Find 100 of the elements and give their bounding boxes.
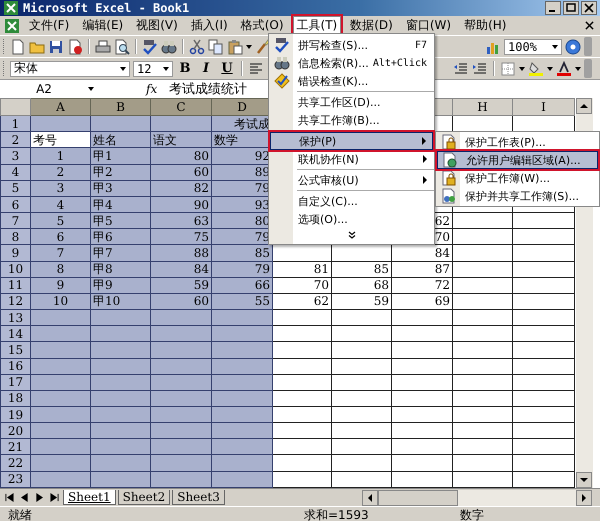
- scroll-right-icon[interactable]: [576, 490, 592, 506]
- column-header[interactable]: B: [90, 98, 150, 116]
- caret-icon[interactable]: [547, 66, 553, 70]
- row-header[interactable]: 11: [0, 277, 30, 294]
- row-header[interactable]: 17: [0, 374, 30, 390]
- menu-item[interactable]: 自定义(C)...: [270, 192, 433, 210]
- menu-item[interactable]: 视图(V): [132, 16, 182, 35]
- help-icon[interactable]: [565, 38, 581, 54]
- clipboard-icon[interactable]: [227, 38, 243, 54]
- column-header[interactable]: A: [30, 98, 90, 116]
- print-preview-icon[interactable]: [114, 38, 130, 54]
- row-header[interactable]: 10: [0, 261, 30, 278]
- scissors-icon[interactable]: [189, 38, 205, 54]
- expand-chevron-icon[interactable]: [348, 231, 356, 239]
- menu-item[interactable]: 联机协作(N): [270, 150, 433, 168]
- row-header[interactable]: 12: [0, 293, 30, 310]
- minimize-icon[interactable]: [545, 1, 561, 15]
- copy-icon[interactable]: [208, 38, 224, 54]
- caret-icon[interactable]: [246, 44, 252, 48]
- toolbar-grip[interactable]: [584, 37, 592, 56]
- row-header[interactable]: 15: [0, 342, 30, 358]
- caret-icon[interactable]: [552, 44, 558, 48]
- tab-scroll-icon[interactable]: [50, 493, 59, 502]
- zoom-dropdown[interactable]: 100%: [504, 38, 562, 54]
- italic-button[interactable]: I: [197, 60, 215, 78]
- row-header[interactable]: 13: [0, 310, 30, 326]
- close-icon[interactable]: [581, 1, 597, 15]
- font-size-dropdown[interactable]: 12: [133, 60, 173, 76]
- menu-item[interactable]: 文件(F): [25, 16, 74, 35]
- bold-button[interactable]: B: [176, 60, 194, 78]
- column-header[interactable]: I: [512, 98, 574, 116]
- row-header[interactable]: 5: [0, 180, 30, 196]
- caret-icon[interactable]: [575, 66, 581, 70]
- menu-item[interactable]: 保护工作簿(W)...: [437, 169, 598, 187]
- caret-icon[interactable]: [163, 66, 169, 70]
- caret-icon[interactable]: [120, 66, 126, 70]
- column-header[interactable]: H: [452, 98, 512, 116]
- font-dropdown[interactable]: 宋体: [10, 60, 130, 76]
- row-header[interactable]: 1: [0, 116, 30, 132]
- row-header[interactable]: 6: [0, 196, 30, 213]
- menu-item[interactable]: 保护并共享工作簿(S)...: [437, 187, 598, 205]
- menu-item[interactable]: 共享工作簿(B)...: [270, 111, 433, 129]
- menu-item[interactable]: 拼写检查(S)... F7: [270, 36, 433, 54]
- column-header[interactable]: C: [150, 98, 212, 116]
- horizontal-scrollbar[interactable]: [362, 490, 592, 506]
- menu-item[interactable]: 窗口(W): [402, 16, 456, 35]
- row-header[interactable]: 4: [0, 164, 30, 180]
- menu-item[interactable]: 错误检查(K)...: [270, 72, 433, 90]
- row-header[interactable]: 20: [0, 422, 30, 439]
- row-header[interactable]: 22: [0, 454, 30, 472]
- indent-icon[interactable]: [472, 60, 488, 76]
- binoculars-icon[interactable]: [161, 38, 177, 54]
- printer-icon[interactable]: [95, 38, 111, 54]
- menu-item[interactable]: 帮助(H): [460, 16, 510, 35]
- function-label[interactable]: fx: [138, 82, 166, 96]
- menu-item[interactable]: 信息检索(R)... Alt+Click: [270, 54, 433, 72]
- menu-item[interactable]: 保护工作表(P)...: [437, 133, 598, 151]
- menu-item[interactable]: 编辑(E): [78, 16, 128, 35]
- caret-icon[interactable]: [519, 66, 525, 70]
- font-color-icon[interactable]: [556, 60, 572, 76]
- row-header[interactable]: 14: [0, 326, 30, 342]
- menu-item[interactable]: 格式(O): [236, 16, 288, 35]
- maximize-icon[interactable]: [563, 1, 579, 15]
- menu-item[interactable]: 允许用户编辑区域(A)...: [437, 151, 598, 169]
- close-icon[interactable]: [585, 21, 594, 30]
- formula-field[interactable]: 考试成绩统计: [169, 80, 248, 98]
- row-header[interactable]: 2: [0, 132, 30, 148]
- fill-color-icon[interactable]: [528, 60, 544, 76]
- row-header[interactable]: 16: [0, 358, 30, 374]
- row-header[interactable]: 8: [0, 228, 30, 245]
- outdent-icon[interactable]: [453, 60, 469, 76]
- save-icon[interactable]: [48, 38, 64, 54]
- menu-item[interactable]: 共享工作区(D)...: [270, 93, 433, 111]
- scroll-thumb[interactable]: [378, 490, 458, 506]
- row-header[interactable]: 18: [0, 390, 30, 406]
- scroll-left-icon[interactable]: [362, 490, 378, 506]
- menu-item[interactable]: 数据(D): [346, 16, 397, 35]
- underline-button[interactable]: U: [218, 60, 236, 78]
- spelling-icon[interactable]: [142, 38, 158, 54]
- toolbar-grip[interactable]: [584, 59, 592, 78]
- scroll-down-icon[interactable]: [576, 472, 592, 488]
- caret-icon[interactable]: [88, 87, 94, 91]
- row-header[interactable]: 9: [0, 244, 30, 262]
- menu-item[interactable]: 公式审核(U): [270, 171, 433, 189]
- menu-item[interactable]: 保护(P): [270, 132, 433, 150]
- menu-item[interactable]: 插入(I): [186, 16, 232, 35]
- row-header[interactable]: 21: [0, 438, 30, 455]
- align-left-icon[interactable]: [248, 60, 264, 76]
- sheet-tab[interactable]: Sheet2: [118, 490, 170, 505]
- row-header[interactable]: 3: [0, 148, 30, 164]
- row-header[interactable]: 19: [0, 406, 30, 423]
- tab-scroll-icon[interactable]: [5, 493, 14, 502]
- new-document-icon[interactable]: [10, 38, 26, 54]
- sheet-tab[interactable]: Sheet3: [172, 490, 225, 505]
- sheet-tab[interactable]: Sheet1: [63, 490, 116, 505]
- row-header[interactable]: 7: [0, 212, 30, 229]
- row-header[interactable]: 23: [0, 471, 30, 488]
- permission-icon[interactable]: [67, 38, 83, 54]
- spreadsheet-icon[interactable]: [4, 18, 20, 34]
- scroll-up-icon[interactable]: [576, 98, 592, 114]
